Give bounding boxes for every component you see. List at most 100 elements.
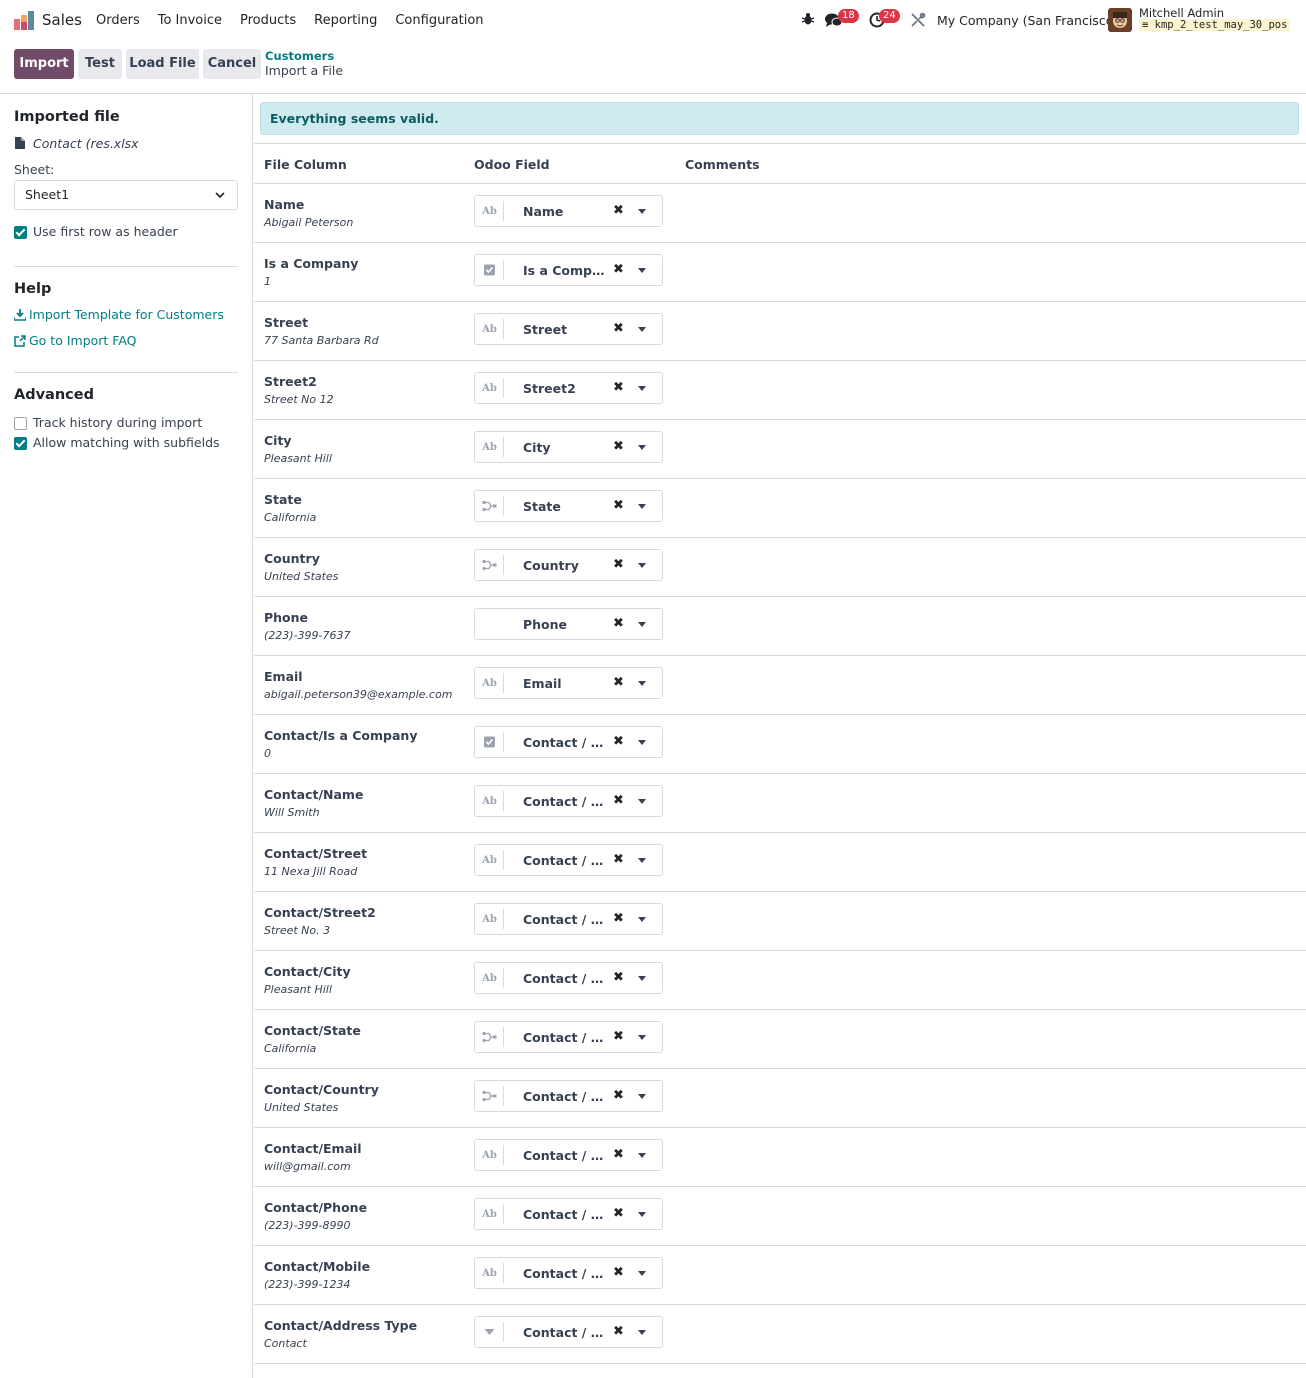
dropdown-caret-icon[interactable] [638, 622, 646, 627]
clear-field-icon[interactable]: ✖ [613, 676, 625, 689]
dropdown-caret-icon[interactable] [638, 504, 646, 509]
test-button[interactable]: Test [78, 49, 122, 79]
dropdown-caret-icon[interactable] [638, 563, 646, 568]
clear-field-icon[interactable]: ✖ [613, 204, 625, 217]
odoo-field-select[interactable]: Ab Email ✖ [474, 667, 663, 699]
dropdown-caret-icon[interactable] [638, 327, 646, 332]
dropdown-caret-icon[interactable] [638, 1094, 646, 1099]
odoo-field-label: Contact / Mobile [523, 1266, 607, 1281]
sales-app-icon[interactable] [14, 11, 34, 30]
clear-field-icon[interactable]: ✖ [613, 794, 625, 807]
field-type-icon [476, 496, 504, 516]
dropdown-caret-icon[interactable] [638, 740, 646, 745]
odoo-field-select[interactable]: Ab Contact / City ✖ [474, 962, 663, 994]
cancel-button[interactable]: Cancel [203, 49, 261, 79]
odoo-field-select[interactable]: Country ✖ [474, 549, 663, 581]
clear-field-icon[interactable]: ✖ [613, 1325, 625, 1338]
dropdown-caret-icon[interactable] [638, 445, 646, 450]
field-type-icon: Ab [476, 1145, 504, 1165]
allow-subfields-checkbox[interactable] [14, 437, 27, 450]
odoo-field-label: Phone [523, 617, 568, 632]
dropdown-caret-icon[interactable] [638, 1035, 646, 1040]
clear-field-icon[interactable]: ✖ [613, 263, 625, 276]
menu-products[interactable]: Products [240, 13, 296, 28]
company-switcher[interactable]: My Company (San Francisco) [937, 13, 1118, 28]
text-type-icon: Ab [482, 677, 497, 689]
odoo-field-select[interactable]: Contact / Country ✖ [474, 1080, 663, 1112]
odoo-field-label: Is a Company [523, 263, 607, 278]
dropdown-caret-icon[interactable] [638, 268, 646, 273]
menu-orders[interactable]: Orders [96, 13, 140, 28]
app-name[interactable]: Sales [42, 11, 82, 29]
bug-icon[interactable] [801, 12, 815, 26]
file-column-name: Contact/Is a Company [264, 728, 418, 743]
file-column-sample: (223)-399-1234 [264, 1278, 351, 1291]
odoo-field-select[interactable]: Contact / Address Type ✖ [474, 1316, 663, 1348]
relation-type-icon [482, 559, 497, 571]
clear-field-icon[interactable]: ✖ [613, 971, 625, 984]
debug-tools-icon[interactable] [910, 12, 926, 28]
clear-field-icon[interactable]: ✖ [613, 499, 625, 512]
dropdown-caret-icon[interactable] [638, 1212, 646, 1217]
clear-field-icon[interactable]: ✖ [613, 322, 625, 335]
clear-field-icon[interactable]: ✖ [613, 1030, 625, 1043]
dropdown-caret-icon[interactable] [638, 976, 646, 981]
clear-field-icon[interactable]: ✖ [613, 1148, 625, 1161]
dropdown-caret-icon[interactable] [638, 917, 646, 922]
clear-field-icon[interactable]: ✖ [613, 735, 625, 748]
odoo-field-select[interactable]: Ab Contact / Street ✖ [474, 844, 663, 876]
odoo-field-select[interactable]: Ab City ✖ [474, 431, 663, 463]
odoo-field-select[interactable]: Contact / Is a Company ✖ [474, 726, 663, 758]
sheet-select[interactable]: Sheet1 [14, 180, 238, 210]
clear-field-icon[interactable]: ✖ [613, 381, 625, 394]
clear-field-icon[interactable]: ✖ [613, 912, 625, 925]
clear-field-icon[interactable]: ✖ [613, 1207, 625, 1220]
dropdown-caret-icon[interactable] [638, 1330, 646, 1335]
odoo-field-select[interactable]: Phone ✖ [474, 608, 663, 640]
menu-configuration[interactable]: Configuration [395, 13, 483, 28]
clear-field-icon[interactable]: ✖ [613, 617, 625, 630]
import-faq-link[interactable]: Go to Import FAQ [14, 333, 137, 348]
file-column-sample: Street No 12 [264, 393, 334, 406]
odoo-field-select[interactable]: Contact / State ✖ [474, 1021, 663, 1053]
clear-field-icon[interactable]: ✖ [613, 440, 625, 453]
odoo-field-select[interactable]: Is a Company ✖ [474, 254, 663, 286]
import-sidebar: Imported file Contact (res.xlsx Sheet: S… [0, 94, 253, 1378]
load-file-button[interactable]: Load File [126, 49, 199, 79]
track-history-checkbox[interactable] [14, 417, 27, 430]
dropdown-caret-icon[interactable] [638, 1153, 646, 1158]
clear-field-icon[interactable]: ✖ [613, 1266, 625, 1279]
odoo-field-select[interactable]: Ab Name ✖ [474, 195, 663, 227]
file-column-sample: (223)-399-7637 [264, 629, 351, 642]
odoo-field-label: Contact / Name [523, 794, 607, 809]
odoo-field-select[interactable]: Ab Contact / Mobile ✖ [474, 1257, 663, 1289]
clear-field-icon[interactable]: ✖ [613, 558, 625, 571]
field-type-icon: Ab [476, 791, 504, 811]
odoo-field-select[interactable]: Ab Contact / Street2 ✖ [474, 903, 663, 935]
odoo-field-select[interactable]: Ab Contact / Name ✖ [474, 785, 663, 817]
import-template-link[interactable]: Import Template for Customers [14, 307, 224, 322]
clear-field-icon[interactable]: ✖ [613, 853, 625, 866]
dropdown-caret-icon[interactable] [638, 1271, 646, 1276]
menu-to-invoice[interactable]: To Invoice [158, 13, 222, 28]
menu-reporting[interactable]: Reporting [314, 13, 377, 28]
odoo-field-select[interactable]: Ab Street2 ✖ [474, 372, 663, 404]
user-avatar[interactable] [1108, 8, 1132, 32]
first-row-header-checkbox[interactable] [14, 226, 27, 239]
breadcrumb-customers[interactable]: Customers [265, 49, 334, 63]
odoo-field-select[interactable]: Ab Contact / Email ✖ [474, 1139, 663, 1171]
top-navbar: Sales Orders To Invoice Products Reporti… [0, 0, 1306, 40]
file-column-name: Contact/Address Type [264, 1318, 418, 1333]
import-button[interactable]: Import [14, 49, 74, 79]
user-name[interactable]: Mitchell Admin [1139, 6, 1224, 20]
dropdown-caret-icon[interactable] [638, 799, 646, 804]
odoo-field-select[interactable]: Ab Contact / Phone ✖ [474, 1198, 663, 1230]
dropdown-caret-icon[interactable] [638, 209, 646, 214]
odoo-field-select[interactable]: State ✖ [474, 490, 663, 522]
clear-field-icon[interactable]: ✖ [613, 1089, 625, 1102]
dropdown-caret-icon[interactable] [638, 386, 646, 391]
dropdown-caret-icon[interactable] [638, 681, 646, 686]
dropdown-caret-icon[interactable] [638, 858, 646, 863]
odoo-field-select[interactable]: Ab Street ✖ [474, 313, 663, 345]
field-type-icon: Ab [476, 1263, 504, 1283]
